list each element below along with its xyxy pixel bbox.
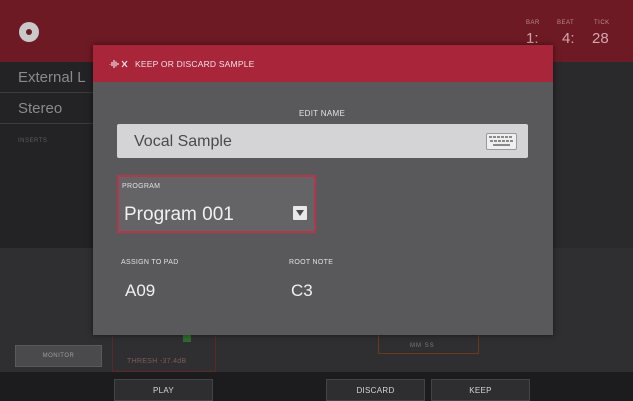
program-value[interactable]: Program 001 (124, 204, 234, 226)
keyboard-icon[interactable] (486, 133, 517, 150)
tick-value: 28 (592, 30, 609, 47)
inserts-label: INSERTS (18, 138, 48, 144)
keep-button[interactable]: KEEP (431, 379, 530, 401)
function-bar (0, 372, 633, 401)
bar-label: BAR (526, 20, 540, 26)
sample-name-value[interactable]: Vocal Sample (134, 133, 232, 151)
play-button[interactable]: PLAY (114, 379, 213, 401)
signal-led (183, 334, 191, 342)
discard-button[interactable]: DISCARD (326, 379, 425, 401)
channel-mode[interactable]: Stereo (0, 93, 93, 124)
record-disc-icon[interactable] (19, 22, 39, 42)
root-note-label: ROOT NOTE (289, 259, 334, 266)
assign-to-pad-label: ASSIGN TO PAD (121, 259, 179, 266)
track-name[interactable]: External L (0, 62, 93, 93)
program-label: PROGRAM (122, 183, 161, 190)
dropdown-arrow-icon[interactable] (293, 206, 307, 220)
root-note-value[interactable]: C3 (291, 281, 313, 301)
edit-name-label: EDIT NAME (299, 109, 346, 118)
monitor-button[interactable]: MONITOR (15, 345, 102, 367)
threshold-readout: THRESH -37.4dB (127, 358, 187, 365)
threshold-meter (112, 334, 216, 372)
beat-label: BEAT (557, 20, 575, 26)
beat-value: 4: (562, 30, 575, 47)
time-units: MM SS (410, 343, 435, 349)
tick-label: TICK (594, 20, 610, 26)
dialog-title: KEEP OR DISCARD SAMPLE (135, 59, 255, 69)
assign-to-pad-value[interactable]: A09 (125, 281, 155, 301)
waveform-discard-icon (109, 60, 128, 68)
